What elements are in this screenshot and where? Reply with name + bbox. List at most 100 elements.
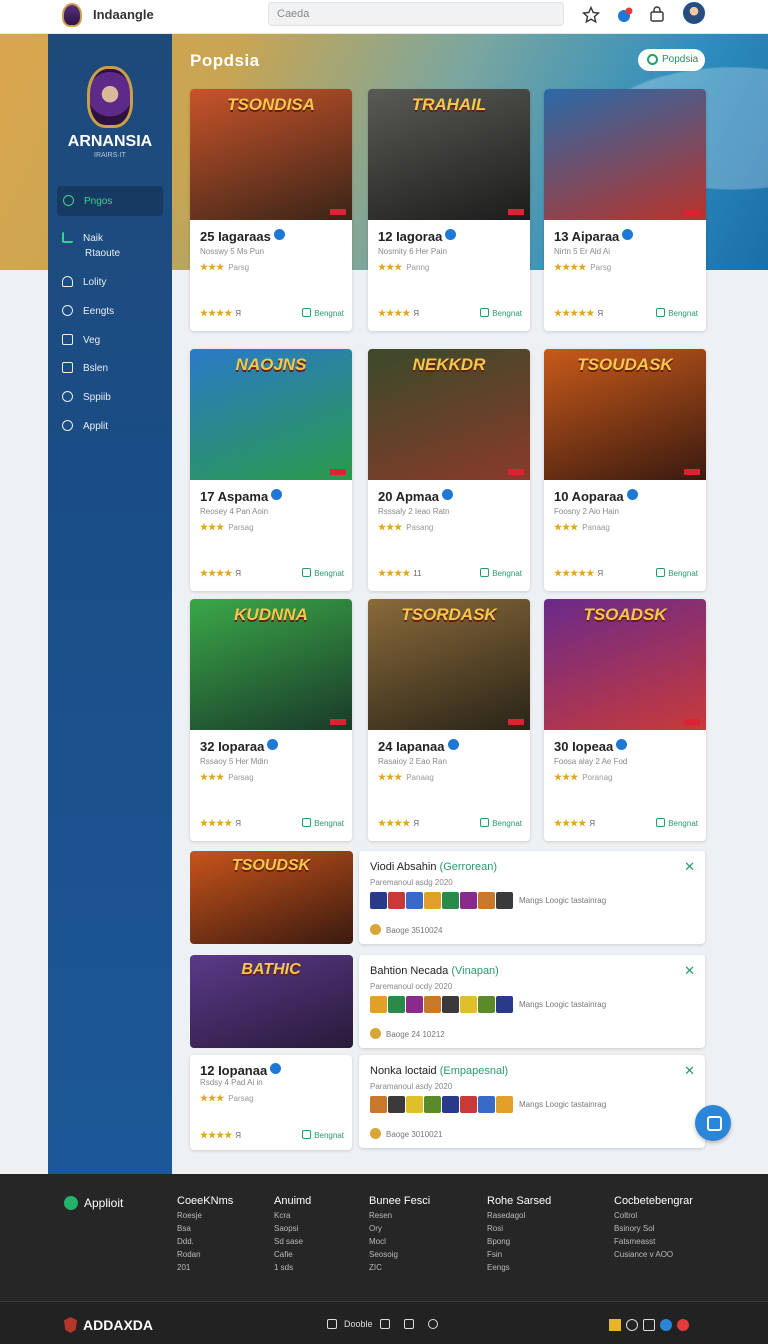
sidebar-item-sppiib[interactable]: Sppiib xyxy=(62,391,111,403)
thumbnail[interactable] xyxy=(388,892,405,909)
thumbnail[interactable] xyxy=(496,892,513,909)
footer-brand[interactable]: Applioit xyxy=(64,1196,123,1210)
globe-icon[interactable] xyxy=(660,1319,672,1331)
clipboard-icon[interactable] xyxy=(643,1319,655,1331)
thumbnail[interactable] xyxy=(406,892,423,909)
thumbnail[interactable] xyxy=(442,892,459,909)
game-artwork[interactable] xyxy=(544,89,706,220)
thumbnail[interactable] xyxy=(388,996,405,1013)
thumbnail[interactable] xyxy=(406,996,423,1013)
game-artwork[interactable]: TSORDASK xyxy=(368,599,530,730)
game-card[interactable]: KUDNNA 32 Ioparaa Rssaoy 5 Her Mdin ★★★ Pars… xyxy=(190,599,352,841)
footer-link[interactable]: Bsa xyxy=(177,1224,233,1233)
footer-link[interactable]: Sd sase xyxy=(274,1237,311,1246)
card-action-button[interactable]: Bengnat xyxy=(656,308,698,318)
footer-link[interactable]: Coltrol xyxy=(614,1211,693,1220)
game-artwork[interactable]: KUDNNA xyxy=(190,599,352,730)
sidebar-item-veg[interactable]: Veg xyxy=(62,334,100,346)
list-card[interactable]: Nonka loctaid (Empapesnal) ✕ Paramanoul as… xyxy=(359,1055,705,1148)
game-card[interactable]: NAOJNS 17 Aspama Reosey 4 Pan Aoin ★★★ Parsa… xyxy=(190,349,352,591)
game-card[interactable]: NEKKDR 20 Apmaa Rsssaly 2 Ieao Ratn ★★★ Pasa… xyxy=(368,349,530,591)
footer-link[interactable]: Saopsi xyxy=(274,1224,311,1233)
footer-link[interactable]: 1 sds xyxy=(274,1263,311,1272)
game-card[interactable]: TSOADSK 30 Iopeaa Foosa alay 2 Ae Fod ★★★ Po… xyxy=(544,599,706,841)
footer-link[interactable]: Rasedagol xyxy=(487,1211,551,1220)
sidebar-item-active[interactable]: Pngos xyxy=(57,186,163,216)
footer-link[interactable]: Fatsmeasst xyxy=(614,1237,693,1246)
game-artwork[interactable]: TSOUDASK xyxy=(544,349,706,480)
game-artwork[interactable]: TSONDISA xyxy=(190,89,352,220)
sidebar-item-pngos[interactable]: Pngos xyxy=(63,195,112,207)
game-card[interactable]: TSOUDASK 10 Aoparaa Foosny 2 Aio Hain ★★★ Pa… xyxy=(544,349,706,591)
chat-fab-button[interactable] xyxy=(695,1105,731,1141)
bag-icon[interactable] xyxy=(648,6,666,24)
footer-link[interactable]: Rosi xyxy=(487,1224,551,1233)
thumbnail[interactable] xyxy=(460,996,477,1013)
search-input[interactable]: Caeda xyxy=(268,2,564,26)
close-icon[interactable]: ✕ xyxy=(684,963,695,979)
settings-icon[interactable] xyxy=(427,1319,438,1329)
game-card[interactable]: 12 Iopanaa Rsdsy 4 Pad Ai in ★★★ Parsag ★… xyxy=(190,1055,352,1150)
game-artwork[interactable]: NAOJNS xyxy=(190,349,352,480)
sidebar-item-rtaoute[interactable]: Rtaoute xyxy=(85,248,120,259)
thumbnail[interactable] xyxy=(478,892,495,909)
list-card[interactable]: Bahtion Necada (Vinapan) ✕ Paremanoul ocdy… xyxy=(359,955,705,1048)
avatar[interactable] xyxy=(683,2,705,24)
sidebar-item-applit[interactable]: Applit xyxy=(62,420,108,432)
game-artwork[interactable]: TSOADSK xyxy=(544,599,706,730)
footer-link[interactable]: Cafie xyxy=(274,1250,311,1259)
grid-icon[interactable] xyxy=(327,1319,337,1329)
footer-link[interactable]: Kcra xyxy=(274,1211,311,1220)
footer-link[interactable]: Bsinory Sol xyxy=(614,1224,693,1233)
card-action-button[interactable]: Bengnat xyxy=(656,818,698,828)
thumbnail[interactable] xyxy=(388,1096,405,1113)
game-artwork[interactable]: NEKKDR xyxy=(368,349,530,480)
image-icon[interactable] xyxy=(379,1319,390,1329)
footer-link[interactable]: Fsin xyxy=(487,1250,551,1259)
footer-link[interactable]: Cusiance v AOO xyxy=(614,1250,693,1259)
app-logo[interactable] xyxy=(62,3,82,27)
tools-icon[interactable] xyxy=(609,1319,621,1331)
thumbnail[interactable] xyxy=(370,996,387,1013)
sidebar-item-bslen[interactable]: Bslen xyxy=(62,362,108,374)
footer-link[interactable]: Rodan xyxy=(177,1250,233,1259)
game-artwork[interactable]: BATHIC xyxy=(190,955,353,1048)
sidebar-item-eengts[interactable]: Eengts xyxy=(62,305,114,317)
thumbnail[interactable] xyxy=(478,996,495,1013)
card-action-button[interactable]: Bengnat xyxy=(480,818,522,828)
footer-link[interactable]: Seosoig xyxy=(369,1250,430,1259)
card-action-button[interactable]: Bengnat xyxy=(302,568,344,578)
edit-icon[interactable] xyxy=(626,1319,638,1331)
thumbnail[interactable] xyxy=(460,892,477,909)
card-action-button[interactable]: Bengnat xyxy=(656,568,698,578)
card-action-button[interactable]: Bengnat xyxy=(480,568,522,578)
close-icon[interactable]: ✕ xyxy=(684,859,695,875)
thumbnail[interactable] xyxy=(370,892,387,909)
thumbnail[interactable] xyxy=(370,1096,387,1113)
footer-link[interactable]: 201 xyxy=(177,1263,233,1272)
thumbnail[interactable] xyxy=(442,1096,459,1113)
sidebar-item-lolity[interactable]: Lolity xyxy=(62,276,106,288)
game-artwork[interactable]: TSOUDSK xyxy=(190,851,353,944)
game-card[interactable]: TSONDISA 25 Iagaraas Nosswy 5 Ms Pun ★★★ Par… xyxy=(190,89,352,331)
thumbnail[interactable] xyxy=(406,1096,423,1113)
thumbnail[interactable] xyxy=(496,1096,513,1113)
notification-icon[interactable] xyxy=(616,6,634,24)
footer-link[interactable]: Ory xyxy=(369,1224,430,1233)
thumbnail[interactable] xyxy=(496,996,513,1013)
card-action-button[interactable]: Bengnat xyxy=(480,308,522,318)
card-action-button[interactable]: Bengnat xyxy=(302,308,344,318)
thumbnail[interactable] xyxy=(460,1096,477,1113)
thumbnail[interactable] xyxy=(424,1096,441,1113)
game-artwork[interactable]: TRAHAIL xyxy=(368,89,530,220)
game-card[interactable]: TSORDASK 24 Iapanaa Rasaioy 2 Eao Ran ★★★ Pa… xyxy=(368,599,530,841)
game-card[interactable]: 13 Aiparaa Nirtn 5 Er Ald Ai ★★★★ Parsg ★★★★… xyxy=(544,89,706,331)
close-icon[interactable]: ✕ xyxy=(684,1063,695,1079)
star-icon[interactable] xyxy=(582,6,600,24)
thumbnail[interactable] xyxy=(478,1096,495,1113)
youtube-icon[interactable] xyxy=(677,1319,689,1331)
footer-link[interactable]: Mocl xyxy=(369,1237,430,1246)
footer-link[interactable]: Ddd. xyxy=(177,1237,233,1246)
thumbnail[interactable] xyxy=(442,996,459,1013)
card-action-button[interactable]: Bengnat xyxy=(302,1130,344,1140)
